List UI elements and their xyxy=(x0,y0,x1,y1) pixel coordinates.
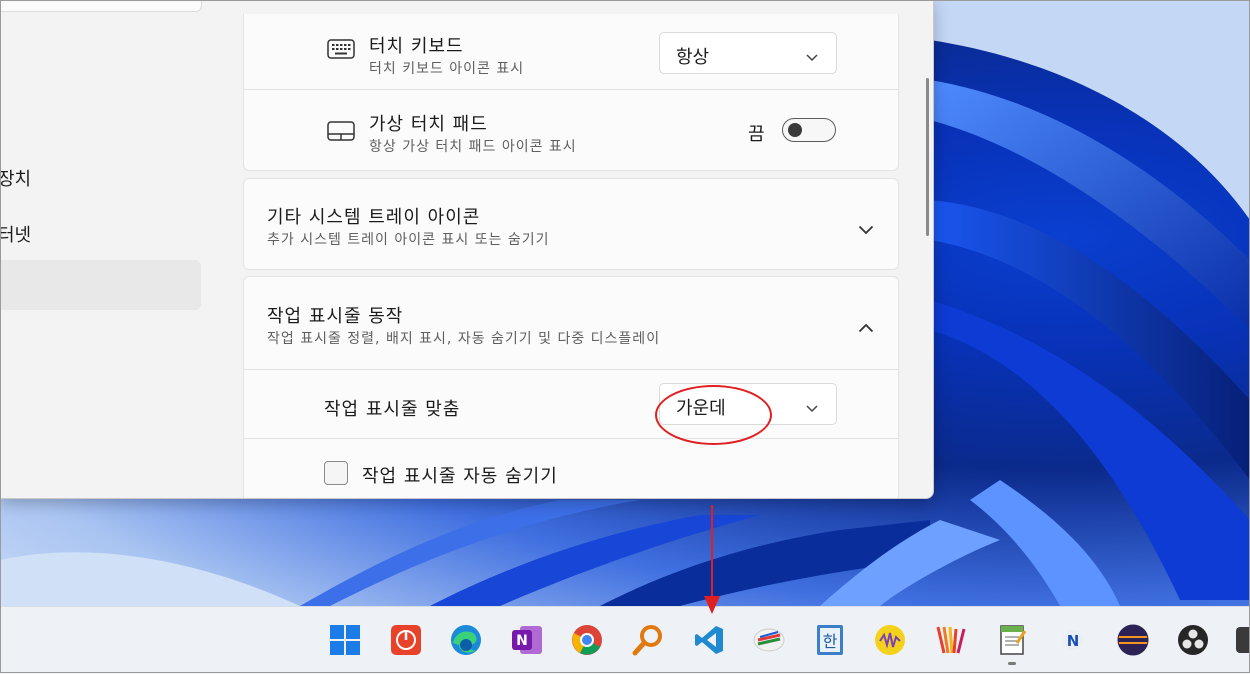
annotation-arrow xyxy=(704,505,720,614)
